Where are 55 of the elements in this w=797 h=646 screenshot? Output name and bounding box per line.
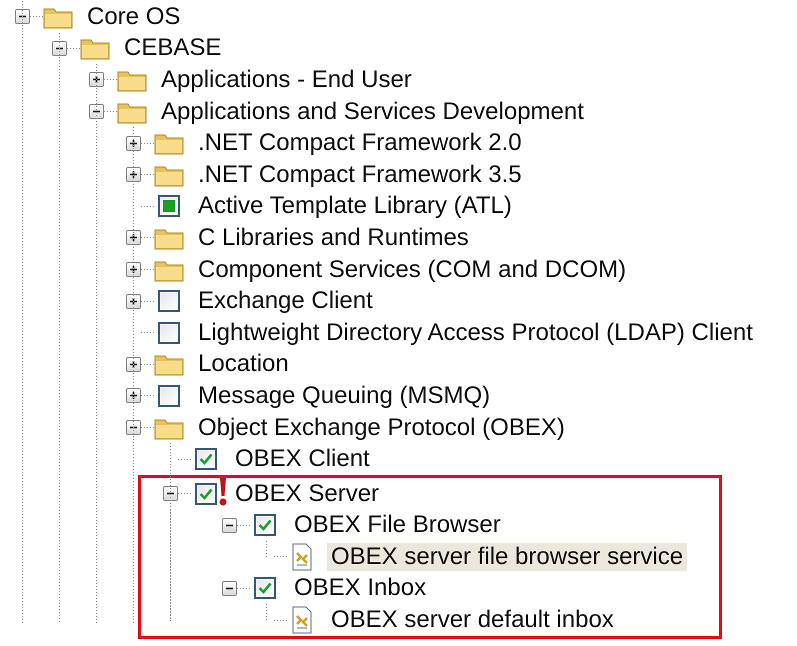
checkmark-icon: [258, 582, 272, 594]
tree-item-label[interactable]: OBEX server default inbox: [327, 606, 618, 634]
checkmark-icon: [199, 453, 213, 466]
tree-item-label[interactable]: C Libraries and Runtimes: [194, 224, 473, 252]
tree-item-label[interactable]: .NET Compact Framework 2.0: [194, 129, 526, 158]
checkbox[interactable]: [158, 290, 180, 312]
expand-toggle[interactable]: [126, 388, 141, 404]
tree-item-label[interactable]: Exchange Client: [194, 287, 377, 316]
tree-item-label[interactable]: CEBASE: [120, 34, 226, 62]
collapse-toggle[interactable]: [222, 518, 237, 533]
tree-item-label[interactable]: Applications and Services Development: [157, 98, 588, 126]
plus-icon: [92, 75, 101, 84]
expand-toggle[interactable]: [126, 230, 141, 246]
expand-toggle[interactable]: [126, 356, 141, 372]
tree-item-label[interactable]: OBEX server file browser service: [327, 542, 688, 571]
tree-item-label[interactable]: .NET Compact Framework 3.5: [194, 160, 526, 189]
tree-item-label[interactable]: Location: [194, 350, 293, 378]
expand-toggle[interactable]: [126, 262, 141, 278]
tree-item-label[interactable]: Lightweight Directory Access Protocol (LDAP) Client: [194, 318, 757, 347]
tree-item-label[interactable]: Message Queuing (MSMQ): [194, 382, 494, 410]
plus-icon: [129, 265, 138, 274]
collapse-toggle[interactable]: [52, 40, 67, 56]
tree-item-label[interactable]: OBEX Client: [231, 445, 374, 474]
checkbox[interactable]: [158, 195, 180, 218]
tree-item-label[interactable]: OBEX Inbox: [290, 574, 430, 602]
tree-item-label[interactable]: Object Exchange Protocol (OBEX): [194, 414, 569, 442]
expand-toggle[interactable]: [126, 136, 141, 151]
checkmark-icon: [258, 519, 272, 532]
checkbox[interactable]: [158, 384, 180, 407]
collapse-toggle[interactable]: [163, 486, 178, 502]
checkmark-icon: [199, 488, 213, 500]
collapse-toggle[interactable]: [222, 580, 237, 596]
tree-item-label[interactable]: Component Services (COM and DCOM): [194, 256, 630, 284]
checkbox[interactable]: [158, 322, 180, 344]
expand-toggle[interactable]: [126, 294, 141, 309]
checkbox[interactable]: [195, 482, 217, 505]
tree-item-label[interactable]: Core OS: [83, 2, 184, 31]
plus-icon: [129, 170, 138, 180]
plus-icon: [129, 391, 138, 400]
plus-icon: [129, 138, 138, 148]
plus-icon: [129, 360, 138, 369]
checkbox[interactable]: [254, 514, 276, 536]
collapse-toggle[interactable]: [15, 9, 30, 24]
collapse-toggle[interactable]: [89, 104, 104, 120]
tree-item-label[interactable]: Active Template Library (ATL): [194, 192, 516, 220]
expand-toggle[interactable]: [89, 72, 104, 88]
checkbox[interactable]: [254, 577, 276, 600]
plus-icon: [129, 296, 138, 306]
tree-item-label[interactable]: OBEX File Browser: [290, 511, 505, 540]
plus-icon: [129, 233, 138, 242]
tree-item-label[interactable]: Applications - End User: [157, 66, 416, 94]
checkbox[interactable]: [195, 448, 217, 470]
tree-item-label[interactable]: OBEX Server: [231, 480, 384, 508]
expand-toggle[interactable]: [126, 167, 141, 182]
collapse-toggle[interactable]: [126, 420, 141, 436]
